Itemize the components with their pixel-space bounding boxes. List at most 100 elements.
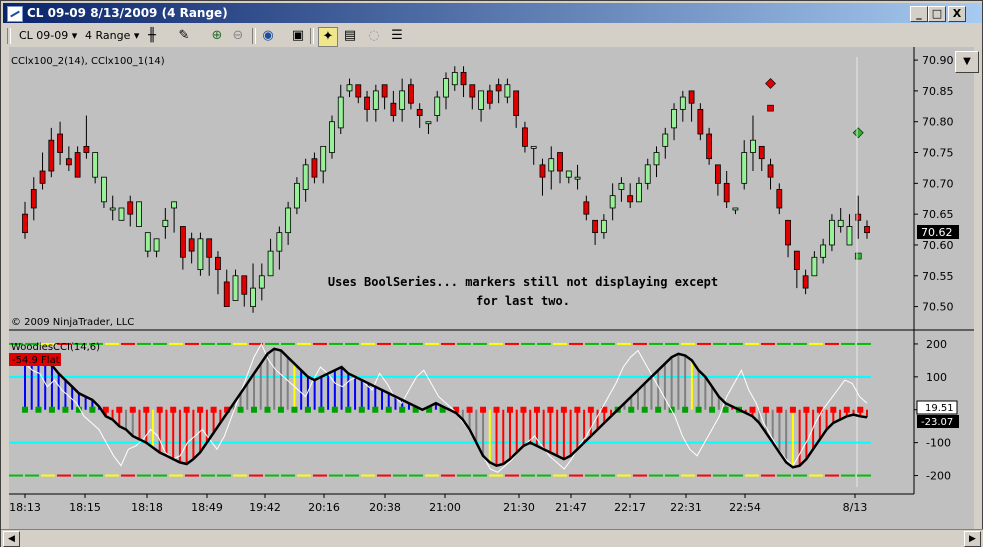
title-bar[interactable]: CL 09-09 8/13/2009 (4 Range) _ □ X <box>3 3 982 23</box>
last-price-label: 70.62 <box>921 226 953 239</box>
down-bar <box>697 108 704 135</box>
up-bar <box>302 164 309 190</box>
globe-icon[interactable]: ◉ <box>259 27 277 45</box>
drawing-tool-icon[interactable]: ✎ <box>175 27 193 45</box>
down-bar <box>381 84 388 98</box>
x-tick-label: 20:16 <box>308 501 340 514</box>
down-bar <box>469 84 476 98</box>
cci-y-tick-label: 200 <box>926 338 947 351</box>
x-tick-label: 21:00 <box>429 501 461 514</box>
down-bar <box>30 189 37 209</box>
cci-zero-marker <box>372 406 379 413</box>
candlestick-style-icon[interactable]: ╫ <box>143 27 161 45</box>
down-bar <box>215 256 221 271</box>
cci-zero-marker <box>183 406 190 413</box>
down-bar <box>179 226 186 258</box>
up-bar <box>829 219 835 246</box>
up-bar <box>171 201 178 209</box>
cci-zero-marker <box>304 406 311 413</box>
cci-y-tick-label: -100 <box>926 437 951 450</box>
up-bar <box>320 145 327 172</box>
down-bar <box>206 238 213 258</box>
strategy-icon[interactable]: ✦ <box>318 27 338 47</box>
up-bar <box>153 238 160 252</box>
up-bar <box>750 139 756 153</box>
price-indicator-label: CClx100_2(14), CClx100_1(14) <box>11 56 165 67</box>
indicator-icon[interactable]: ▤ <box>341 27 359 45</box>
x-tick-label: 22:54 <box>729 501 761 514</box>
up-bar <box>293 182 300 209</box>
down-bar <box>39 170 46 184</box>
up-bar <box>574 176 581 180</box>
cci-zero-marker <box>170 406 177 413</box>
down-bar <box>592 219 599 234</box>
period-selector[interactable]: 4 Range ▾ <box>85 27 139 45</box>
cci-zero-marker <box>533 406 540 413</box>
close-button[interactable]: X <box>948 6 966 22</box>
up-bar <box>846 226 853 246</box>
cci-zero-marker <box>291 406 298 413</box>
data-box-icon[interactable]: ☰ <box>388 27 406 45</box>
up-bar <box>101 176 107 203</box>
cci-zero-marker <box>857 406 864 413</box>
x-tick-label: 21:47 <box>555 501 587 514</box>
up-bar <box>109 207 116 211</box>
down-bar <box>127 201 134 215</box>
cci-zero-marker <box>237 406 244 413</box>
down-bar <box>864 226 870 234</box>
disabled-icon[interactable]: ◌ <box>365 27 383 45</box>
up-bar <box>144 232 151 252</box>
cci-zero-marker <box>345 406 352 413</box>
cci-zero-marker <box>62 406 69 413</box>
cci-zero-marker <box>493 406 500 413</box>
up-bar <box>451 72 458 86</box>
up-bar <box>662 133 669 147</box>
maximize-button[interactable]: □ <box>928 6 946 22</box>
down-bar <box>486 90 493 104</box>
scroll-left-button[interactable]: ◀ <box>3 531 20 547</box>
toolbar-separator <box>310 28 314 44</box>
chart-toolbar: CL 09-09 ▾ 4 Range ▾ ╫ ✎ ⊕ ⊖ ◉ ▣ ✦ ▤ ◌ ☰ <box>3 25 982 47</box>
price-y-tick-label: 70.70 <box>922 177 954 190</box>
horizontal-scrollbar[interactable]: ◀ ▶ <box>1 529 983 547</box>
up-bar <box>399 90 406 110</box>
down-bar <box>83 145 90 153</box>
up-bar <box>741 152 748 184</box>
panel-dropdown-button[interactable]: ▼ <box>955 51 979 73</box>
cci-zero-marker <box>749 406 756 413</box>
instrument-selector[interactable]: CL 09-09 ▾ <box>19 27 77 45</box>
up-bar <box>671 108 677 129</box>
down-bar <box>627 195 634 203</box>
properties-icon[interactable]: ▣ <box>289 27 307 45</box>
down-bar <box>223 281 230 307</box>
chevron-down-icon: ▾ <box>133 29 140 42</box>
chart-area[interactable]: CClx100_2(14), CClx100_1(14) © 2009 Ninj… <box>9 47 974 529</box>
minimize-button[interactable]: _ <box>910 6 928 22</box>
up-bar <box>653 152 660 166</box>
up-bar <box>811 256 818 277</box>
scroll-right-button[interactable]: ▶ <box>964 531 981 547</box>
up-bar <box>197 238 204 271</box>
up-bar <box>425 121 432 125</box>
cci-zero-marker <box>399 406 406 413</box>
price-y-tick-label: 70.90 <box>922 54 954 67</box>
down-bar <box>495 84 502 92</box>
down-bar <box>48 139 55 172</box>
up-bar <box>162 219 169 227</box>
price-y-tick-label: 70.50 <box>922 301 954 314</box>
cci-zero-marker <box>277 406 284 413</box>
zoom-out-icon[interactable]: ⊖ <box>229 27 247 45</box>
x-tick-label: 8/13 <box>843 501 868 514</box>
up-bar <box>250 287 256 307</box>
down-bar <box>557 152 563 172</box>
up-bar <box>504 84 511 98</box>
cci-zero-marker <box>722 406 729 413</box>
down-bar <box>22 213 28 234</box>
x-tick-label: 18:18 <box>131 501 163 514</box>
down-bar <box>785 219 791 246</box>
cci-zero-marker <box>156 406 163 413</box>
cci-zero-marker <box>641 406 648 413</box>
up-bar <box>679 96 686 110</box>
cci-zero-marker <box>762 406 769 413</box>
zoom-in-icon[interactable]: ⊕ <box>208 27 226 45</box>
